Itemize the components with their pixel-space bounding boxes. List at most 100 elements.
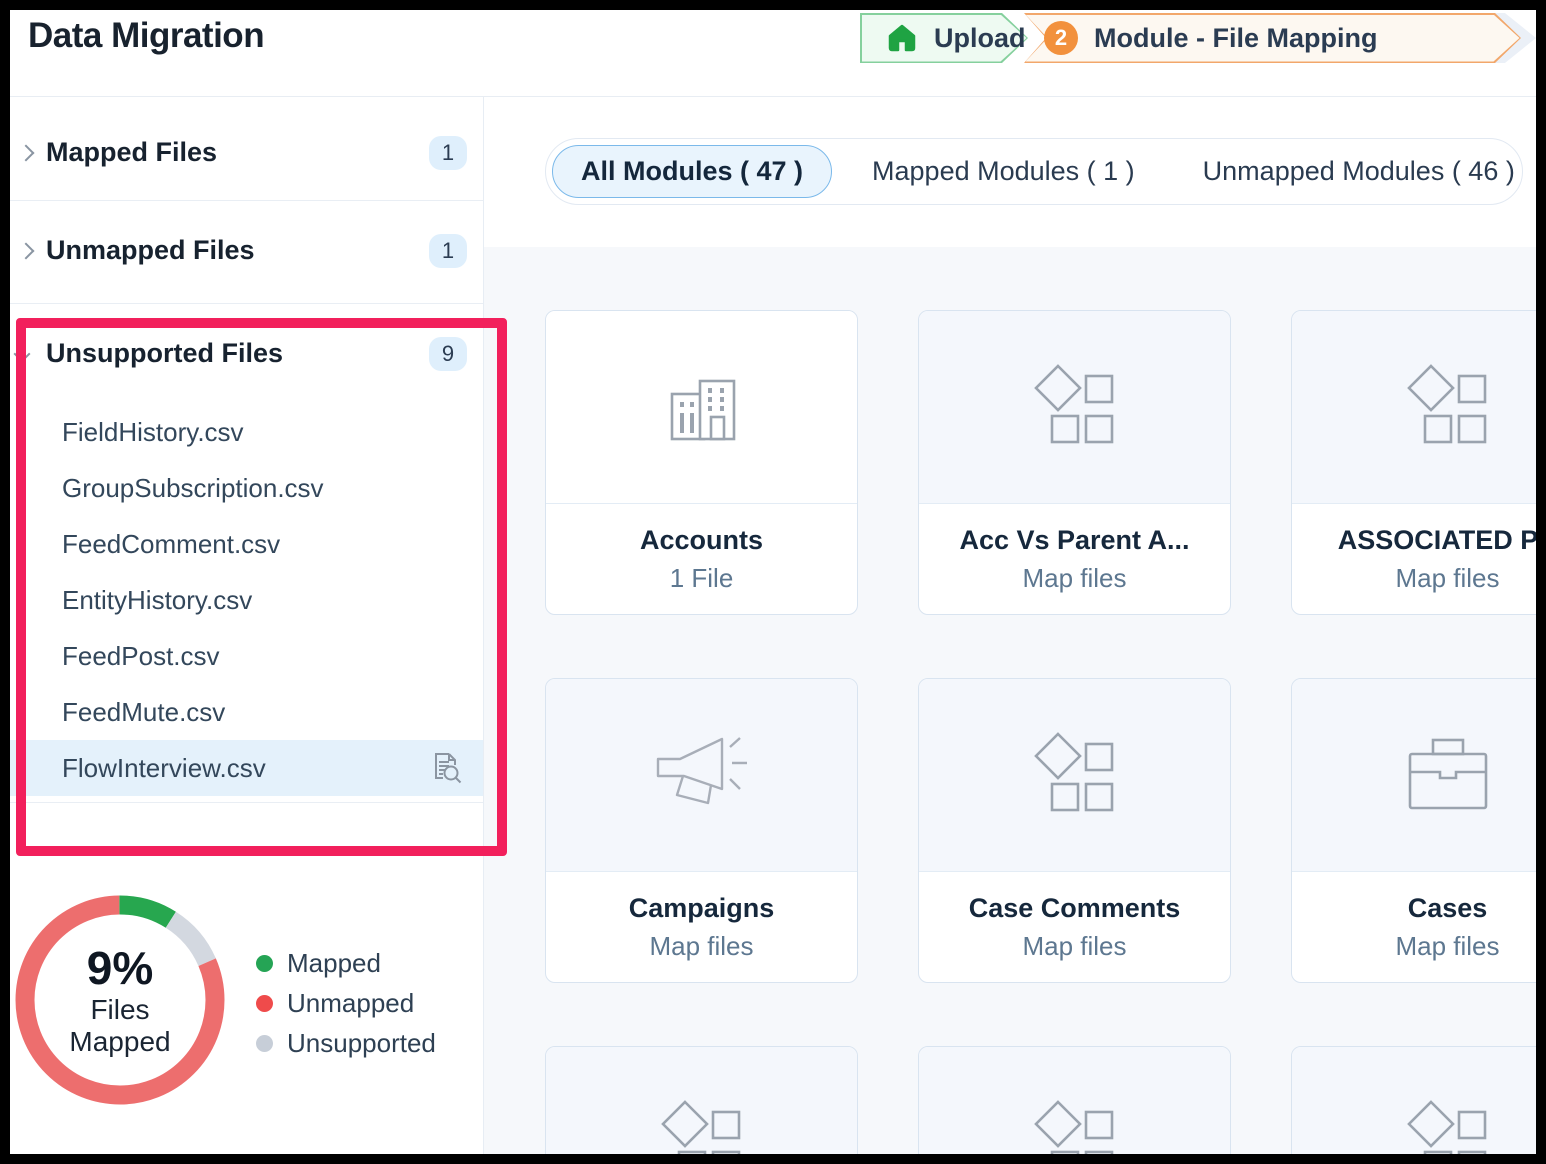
module-card-hidden[interactable] <box>1291 1046 1536 1154</box>
module-card-accounts[interactable]: Accounts 1 File <box>545 310 858 615</box>
modules-icon <box>1030 362 1120 452</box>
module-name: Campaigns <box>629 893 775 924</box>
module-filter-tabs: All Modules ( 47 )Mapped Modules ( 1 )Un… <box>545 138 1523 205</box>
map-files-link[interactable]: Map files <box>1395 563 1499 594</box>
module-name: Acc Vs Parent A... <box>959 525 1189 556</box>
module-card-text: Case Comments Map files <box>919 872 1230 982</box>
donut-caption-2: Mapped <box>69 1026 170 1057</box>
module-name: Accounts <box>640 525 763 556</box>
sidebar-group-unmapped-files[interactable]: Unmapped Files <box>46 235 255 266</box>
module-name: Cases <box>1408 893 1488 924</box>
file-item-flowinterview-csv[interactable]: FlowInterview.csv <box>10 740 483 796</box>
file-preview-icon[interactable] <box>429 750 465 786</box>
map-files-link[interactable]: Map files <box>1022 563 1126 594</box>
legend-dot <box>256 1035 273 1052</box>
file-item-fieldhistory-csv[interactable]: FieldHistory.csv <box>10 404 483 460</box>
donut-percent: 9% <box>87 943 153 995</box>
map-files-link[interactable]: Map files <box>649 931 753 962</box>
legend-label: Unmapped <box>287 988 414 1019</box>
module-icon-area <box>1292 1047 1536 1154</box>
file-item-feedmute-csv[interactable]: FeedMute.csv <box>10 684 483 740</box>
unsupported-files-count-badge: 9 <box>429 337 467 371</box>
module-card-text: Cases Map files <box>1292 872 1536 982</box>
module-name: ASSOCIATED P... <box>1338 525 1536 556</box>
divider <box>10 200 483 201</box>
legend-item-mapped: Mapped <box>256 943 436 983</box>
modules-icon <box>1030 730 1120 820</box>
module-card-hidden[interactable] <box>918 1046 1231 1154</box>
file-name: FieldHistory.csv <box>62 417 244 448</box>
module-card-associated-p[interactable]: ASSOCIATED P... Map files <box>1291 310 1536 615</box>
module-card-acc-vs-parent-a[interactable]: Acc Vs Parent A... Map files <box>918 310 1231 615</box>
chevron-right-icon[interactable] <box>18 243 35 260</box>
legend-item-unsupported: Unsupported <box>256 1023 436 1063</box>
module-icon-area <box>546 311 857 504</box>
files-mapped-donut-chart: 9% Files Mapped <box>14 894 226 1106</box>
legend-label: Mapped <box>287 948 381 979</box>
module-icon-area <box>546 679 857 872</box>
building-icon <box>656 361 748 453</box>
module-icon-area <box>1292 679 1536 872</box>
module-card-cases[interactable]: Cases Map files <box>1291 678 1536 983</box>
modules-icon <box>1030 1098 1120 1154</box>
divider <box>10 802 483 803</box>
file-item-feedpost-csv[interactable]: FeedPost.csv <box>10 628 483 684</box>
module-icon-area <box>1292 311 1536 504</box>
tab-unmapped-modules-46[interactable]: Unmapped Modules ( 46 ) <box>1175 145 1536 198</box>
unsupported-file-list: FieldHistory.csv GroupSubscription.csv Fee… <box>10 404 483 796</box>
step-number-badge: 2 <box>1044 21 1078 55</box>
donut-legend: Mapped Unmapped Unsupported <box>256 943 436 1063</box>
modules-icon <box>1403 362 1493 452</box>
file-item-entityhistory-csv[interactable]: EntityHistory.csv <box>10 572 483 628</box>
map-files-link[interactable]: Map files <box>1022 931 1126 962</box>
donut-caption-1: Files <box>90 994 149 1025</box>
file-name: FeedComment.csv <box>62 529 280 560</box>
modules-icon <box>1403 1098 1493 1154</box>
map-files-link[interactable]: Map files <box>1395 931 1499 962</box>
page-title: Data Migration <box>28 16 264 56</box>
breadcrumb-step-module-file-mapping[interactable]: 2 Module - File Mapping <box>1024 13 1521 63</box>
module-icon-area <box>919 311 1230 504</box>
mapped-files-count-badge: 1 <box>429 136 467 170</box>
legend-dot <box>256 995 273 1012</box>
module-card-grid: Accounts 1 File Acc Vs Parent A... Map fil… <box>545 310 1536 1154</box>
module-name: Case Comments <box>969 893 1181 924</box>
chevron-right-icon[interactable] <box>18 145 35 162</box>
module-card-case-comments[interactable]: Case Comments Map files <box>918 678 1231 983</box>
file-name: FeedPost.csv <box>62 641 220 672</box>
legend-label: Unsupported <box>287 1028 436 1059</box>
header-divider <box>10 96 1536 97</box>
file-name: GroupSubscription.csv <box>62 473 324 504</box>
legend-dot <box>256 955 273 972</box>
sidebar-main-divider <box>483 97 484 1154</box>
main-content: All Modules ( 47 )Mapped Modules ( 1 )Un… <box>484 97 1536 1154</box>
module-card-campaigns[interactable]: Campaigns Map files <box>545 678 858 983</box>
file-item-feedcomment-csv[interactable]: FeedComment.csv <box>10 516 483 572</box>
module-card-hidden[interactable] <box>545 1046 858 1154</box>
home-icon <box>886 22 918 54</box>
data-migration-app: Data Migration Upload 2 Module - File Ma… <box>10 10 1536 1154</box>
divider <box>10 303 483 304</box>
modules-icon <box>657 1098 747 1154</box>
module-icon-area <box>919 1047 1230 1154</box>
file-item-groupsubscription-csv[interactable]: GroupSubscription.csv <box>10 460 483 516</box>
module-card-text: ASSOCIATED P... Map files <box>1292 504 1536 614</box>
legend-item-unmapped: Unmapped <box>256 983 436 1023</box>
tab-mapped-modules-1[interactable]: Mapped Modules ( 1 ) <box>844 145 1163 198</box>
file-name: FeedMute.csv <box>62 697 225 728</box>
sidebar-group-mapped-files[interactable]: Mapped Files <box>46 137 217 168</box>
module-icon-area <box>919 679 1230 872</box>
breadcrumb-step-upload[interactable]: Upload <box>860 13 1028 63</box>
file-name: FlowInterview.csv <box>62 753 266 784</box>
unmapped-files-count-badge: 1 <box>429 234 467 268</box>
module-card-text: Accounts 1 File <box>546 504 857 614</box>
file-preview-button[interactable] <box>429 750 465 786</box>
tab-all-modules-47[interactable]: All Modules ( 47 ) <box>552 145 832 198</box>
step-upload-label: Upload <box>934 23 1026 54</box>
sidebar-group-unsupported-files[interactable]: Unsupported Files <box>46 338 283 369</box>
module-card-text: Campaigns Map files <box>546 872 857 982</box>
module-file-count-link[interactable]: 1 File <box>670 563 734 594</box>
file-name: EntityHistory.csv <box>62 585 252 616</box>
chevron-down-icon[interactable] <box>14 346 31 363</box>
briefcase-icon <box>1402 736 1494 814</box>
